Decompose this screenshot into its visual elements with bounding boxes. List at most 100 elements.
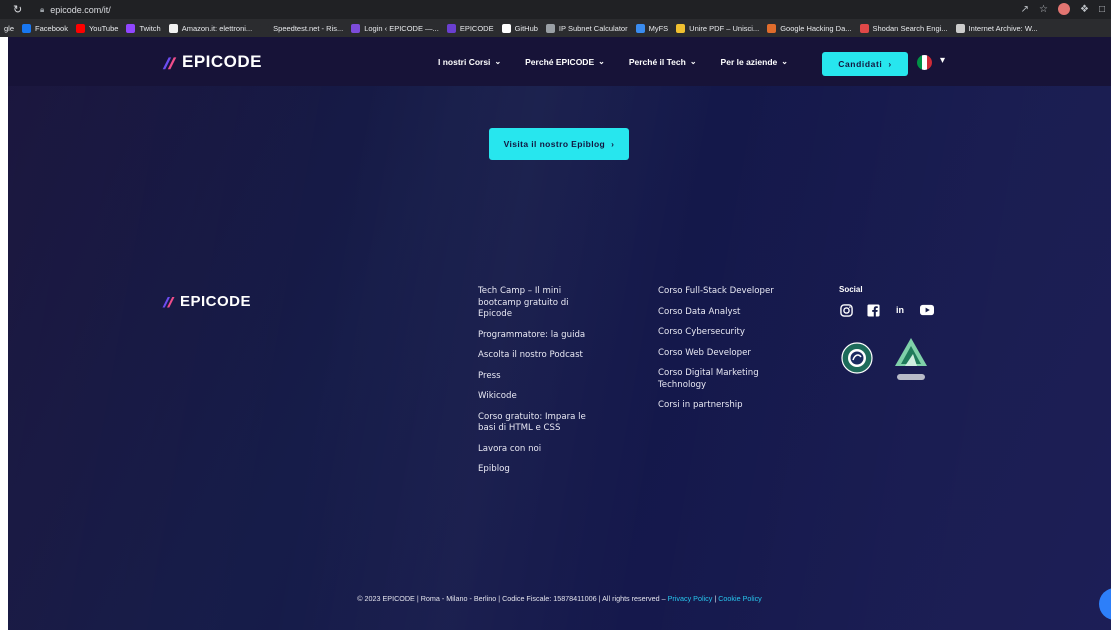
bookmark-label: YouTube	[88, 23, 119, 33]
archive-icon	[955, 23, 965, 33]
nav-label: Per le aziende	[720, 56, 778, 67]
footer-link[interactable]: Corso Web Developer	[658, 348, 783, 360]
footer-link[interactable]: Ascolta il nostro Podcast	[478, 350, 603, 362]
extension-icon[interactable]	[1057, 3, 1070, 15]
caret-down-icon[interactable]: ▾	[940, 55, 945, 66]
exploit-icon	[767, 23, 777, 33]
youtube-icon[interactable]	[920, 303, 934, 317]
amazon-icon	[168, 23, 178, 33]
bookmark-item[interactable]: Google Hacking Da...	[763, 23, 855, 33]
copyright-text: © 2023 EPICODE | Roma - Milano - Berlino…	[357, 594, 666, 603]
bookmark-label: GitHub	[514, 23, 538, 33]
bookmark-item[interactable]: Unire PDF – Unisci...	[672, 23, 763, 33]
bookmark-item[interactable]: GitHub	[498, 23, 542, 33]
speedtest-icon	[260, 23, 270, 33]
chevron-down-icon: ⌄	[494, 57, 502, 66]
nav-item-courses[interactable]: I nostri Corsi ⌄	[438, 57, 501, 67]
footer-link[interactable]: Epiblog	[478, 464, 603, 476]
copyright-bar: © 2023 EPICODE | Roma - Milano - Berlino…	[8, 594, 1111, 603]
chevron-down-icon: ⌄	[689, 57, 697, 66]
chevron-right-icon: ›	[888, 59, 892, 69]
twitch-icon	[126, 23, 136, 33]
bookmark-item[interactable]: YouTube	[72, 23, 122, 33]
bookmark-item[interactable]: Amazon.it: elettroni...	[165, 23, 256, 33]
facebook-icon	[22, 23, 32, 33]
youtube-icon	[75, 23, 85, 33]
privacy-policy-link[interactable]: Privacy Policy	[668, 594, 713, 603]
bookmark-item[interactable]: gle	[0, 24, 18, 33]
chat-widget-button[interactable]	[1099, 588, 1111, 620]
footer-link[interactable]: Lavora con noi	[478, 444, 603, 456]
apply-button-label: Candidati	[838, 59, 883, 69]
footer-link[interactable]: Corso Data Analyst	[658, 307, 783, 319]
bookmark-label: MyFS	[648, 23, 669, 33]
bookmark-label: EPICODE	[459, 23, 494, 33]
bookmark-item[interactable]: Speedtest.net - Ris...	[256, 23, 347, 33]
footer-logo[interactable]: EPICODE	[161, 293, 251, 310]
footer-link[interactable]: Wikicode	[478, 391, 603, 403]
apply-button[interactable]: Candidati ›	[822, 52, 908, 76]
bookmarks-bar: gle Facebook YouTube Twitch Amazon.it: elett…	[0, 19, 1111, 37]
bookmark-item[interactable]: Login ‹ EPICODE —...	[347, 23, 443, 33]
extensions-puzzle-icon[interactable]: ❖	[1080, 4, 1089, 15]
nav-label: Perché il Tech	[628, 56, 686, 67]
epiblog-button[interactable]: Visita il nostro Epiblog ›	[489, 128, 629, 160]
bookmark-label: Google Hacking Da...	[780, 23, 852, 33]
footer-link[interactable]: Press	[478, 371, 603, 383]
bookmark-item[interactable]: Shodan Search Engi...	[856, 23, 952, 33]
bookmark-label: Internet Archive: W...	[968, 23, 1038, 33]
epiblog-button-label: Visita il nostro Epiblog	[503, 139, 606, 149]
bookmark-label: IP Subnet Calculator	[558, 23, 628, 33]
nav-item-why-epicode[interactable]: Perché EPICODE ⌄	[525, 57, 605, 67]
footer-link[interactable]: Tech Camp – Il mini bootcamp gratuito di…	[478, 286, 603, 321]
cookie-policy-link[interactable]: Cookie Policy	[718, 594, 762, 603]
bookmark-label: Unire PDF – Unisci...	[689, 23, 760, 33]
bookmark-item[interactable]: EPICODE	[443, 23, 498, 33]
nav-label: I nostri Corsi	[438, 56, 491, 67]
facebook-icon[interactable]	[866, 303, 880, 317]
share-icon[interactable]: ↗	[1021, 4, 1029, 15]
header-logo[interactable]: EPICODE	[161, 52, 262, 72]
social-heading: Social	[839, 285, 863, 294]
separator: |	[714, 594, 717, 603]
lock-icon[interactable]: 🔒︎	[40, 5, 44, 15]
window-icon[interactable]: □	[1099, 4, 1105, 15]
footer-link[interactable]: Corso gratuito: Impara le basi di HTML e…	[478, 412, 603, 435]
chevron-right-icon: ›	[611, 139, 615, 149]
linkedin-icon[interactable]: in	[893, 303, 907, 317]
bookmark-item[interactable]: IP Subnet Calculator	[542, 23, 632, 33]
bookmark-label: Facebook	[35, 23, 68, 33]
nav-label: Perché EPICODE	[525, 56, 595, 67]
bookmark-item[interactable]: Facebook	[18, 23, 72, 33]
footer-links-resources: Tech Camp – Il mini bootcamp gratuito di…	[478, 286, 603, 485]
bookmark-label: Speedtest.net - Ris...	[273, 23, 344, 33]
footer-link[interactable]: Corso Digital Marketing Technology	[658, 368, 783, 391]
italy-flag-icon[interactable]	[917, 55, 932, 70]
site-header: EPICODE I nostri Corsi ⌄ Perché EPICODE ⌄ …	[8, 37, 1111, 86]
nav-item-why-tech[interactable]: Perché il Tech ⌄	[629, 57, 697, 67]
epicode-logo-icon	[162, 297, 175, 308]
epicode-logo-icon	[162, 56, 177, 69]
bookmark-label: Twitch	[139, 23, 161, 33]
bookmark-item[interactable]: Internet Archive: W...	[952, 23, 1042, 33]
instagram-icon[interactable]	[839, 303, 853, 317]
github-icon	[501, 23, 511, 33]
footer-link[interactable]: Corso Cybersecurity	[658, 327, 783, 339]
footer-link[interactable]: Corso Full-Stack Developer	[658, 286, 783, 298]
social-links: in	[839, 303, 934, 317]
epicode-icon	[351, 23, 361, 33]
bookmark-star-icon[interactable]: ☆	[1039, 4, 1048, 15]
bookmark-item[interactable]: Twitch	[122, 23, 164, 33]
bookmark-item[interactable]: MyFS	[632, 23, 673, 33]
chevron-down-icon: ⌄	[598, 57, 605, 66]
footer-link[interactable]: Programmatore: la guida	[478, 330, 603, 342]
bookmark-label: Login ‹ EPICODE —...	[364, 23, 439, 33]
chevron-down-icon: ⌄	[781, 57, 788, 66]
bookmark-label: Shodan Search Engi...	[872, 23, 948, 33]
reload-icon[interactable]: ↻	[13, 3, 27, 16]
footer-link[interactable]: Corsi in partnership	[658, 400, 783, 412]
address-bar[interactable]: epicode.com/it/	[50, 5, 111, 15]
footer-links-courses: Corso Full-Stack Developer Corso Data An…	[658, 286, 783, 421]
shodan-icon	[859, 23, 869, 33]
nav-item-companies[interactable]: Per le aziende ⌄	[721, 57, 788, 67]
